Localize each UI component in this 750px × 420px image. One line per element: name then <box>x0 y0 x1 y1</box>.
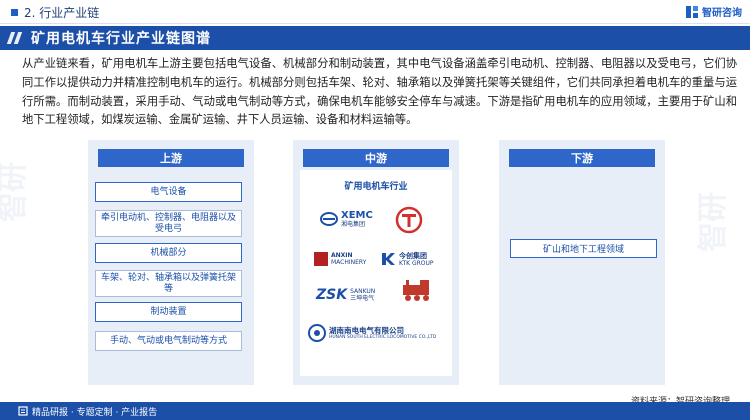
upstream-category: 机械部分 <box>95 243 242 263</box>
upstream-detail: 牵引电动机、控制器、电阻器以及受电弓 <box>95 210 242 237</box>
section-title: 2. 行业产业链 <box>24 5 100 20</box>
title-bar: 矿用电机车行业产业链图谱 <box>0 26 750 50</box>
sankun-en: SANKUN <box>350 288 376 295</box>
downstream-item: 矿山和地下工程领域 <box>510 239 657 258</box>
header-divider <box>0 23 750 24</box>
xemc-mark-icon <box>320 212 338 226</box>
section-header: 2. 行业产业链 <box>0 0 750 24</box>
brand-mark-icon <box>686 5 698 18</box>
downstream-header: 下游 <box>509 149 655 167</box>
upstream-header: 上游 <box>98 149 244 167</box>
midstream-industry: 矿用电机车行业 <box>344 182 408 192</box>
footer-text: 精品研报 · 专题定制 · 产业报告 <box>32 407 158 418</box>
title-stripes-icon <box>6 32 23 44</box>
watermark: 智研 <box>696 192 731 252</box>
anxin-mark-icon <box>314 252 328 266</box>
midstream-header: 中游 <box>303 149 449 167</box>
upstream-category: 电气设备 <box>95 182 242 202</box>
midstream-panel: 矿用电机车行业 XEMC 湘电集团 ANXIN MACHINERY 今创集团 K… <box>300 170 452 376</box>
upstream-category: 制动装置 <box>95 302 242 322</box>
report-icon <box>18 406 28 416</box>
locomotive-logo-icon <box>403 280 429 301</box>
page-title: 矿用电机车行业产业链图谱 <box>31 31 211 47</box>
watermark: 智研 <box>0 162 31 222</box>
xemc-logo: XEMC 湘电集团 <box>320 210 373 228</box>
footer-bar: 精品研报 · 专题定制 · 产业报告 <box>0 402 750 420</box>
xemc-en: XEMC <box>341 210 373 221</box>
upstream-column: 上游 电气设备 牵引电动机、控制器、电阻器以及受电弓 机械部分 车架、轮对、轴承… <box>88 140 254 385</box>
ktk-en: KTK GROUP <box>399 259 434 267</box>
downstream-column: 下游 矿山和地下工程领域 <box>499 140 665 385</box>
hunan-cn: 湖南南电电气有限公司 <box>329 325 404 335</box>
anxin-logo: ANXIN MACHINERY <box>314 252 366 266</box>
zsk-mark: ZSK <box>316 287 348 303</box>
section-square-icon <box>11 8 18 16</box>
ktk-cn: 今创集团 <box>399 251 427 260</box>
intro-paragraph: 从产业链来看，矿用电机车上游主要包括电气设备、机械部分和制动装置，其中电气设备涵… <box>22 57 737 127</box>
red-t-logo-icon <box>395 206 423 234</box>
hunan-en: HUNAN SOUTH ELECTRIC LOCOMOTIVE CO.,LTD <box>329 334 437 340</box>
anxin-en: ANXIN <box>331 252 353 259</box>
sankun-logo: ZSK SANKUN 三坤电气 <box>316 287 375 303</box>
upstream-detail: 手动、气动或电气制动等方式 <box>95 331 242 351</box>
upstream-detail: 车架、轮对、轴承箱以及弹簧托架等 <box>95 270 242 297</box>
ktk-logo: 今创集团 KTK GROUP <box>380 251 434 267</box>
hunan-south-logo: 湖南南电电气有限公司 HUNAN SOUTH ELECTRIC LOCOMOTI… <box>308 324 436 342</box>
ktk-mark-icon <box>382 253 395 265</box>
hunan-mark-icon <box>308 324 326 342</box>
brand-name: 智研咨询 <box>702 8 742 19</box>
midstream-column: 中游 矿用电机车行业 XEMC 湘电集团 ANXIN MACHINERY 今创集… <box>293 140 459 385</box>
anxin-en2: MACHINERY <box>331 259 367 266</box>
sankun-cn: 三坤电气 <box>350 295 375 302</box>
xemc-cn: 湘电集团 <box>341 221 366 228</box>
brand-logo: 智研咨询 <box>685 4 742 19</box>
